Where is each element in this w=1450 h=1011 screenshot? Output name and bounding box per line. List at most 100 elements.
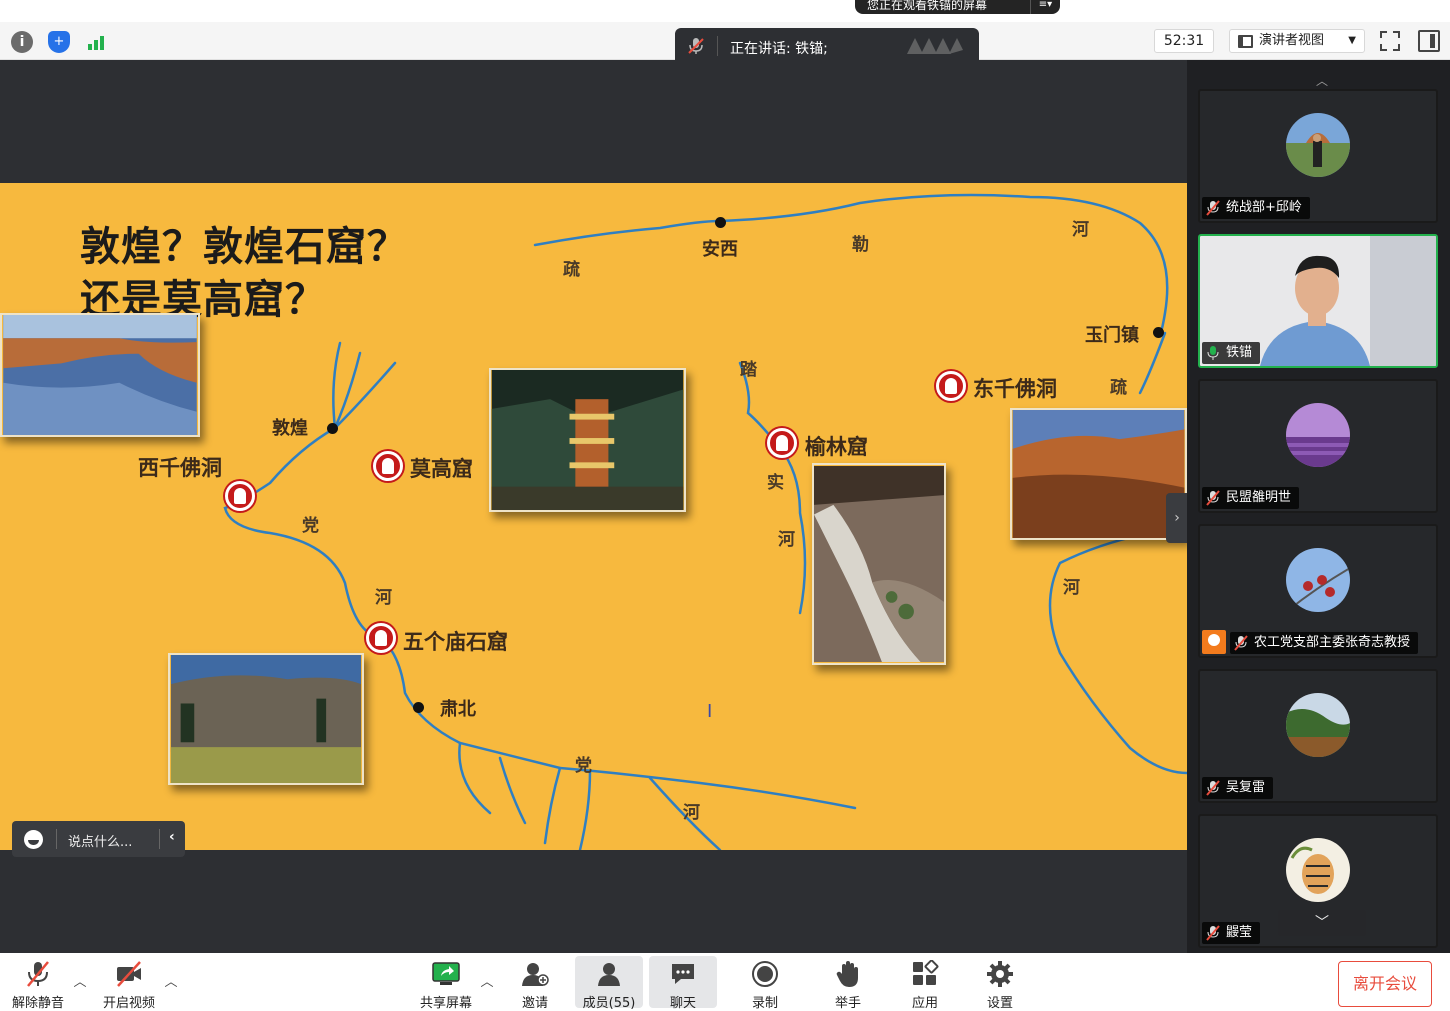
site-marker-mogao (373, 451, 403, 481)
river-label: 疏 (1110, 378, 1127, 398)
meeting-logo-icon (907, 38, 963, 54)
river-danghe-lower2 (498, 756, 527, 825)
share-screen-icon (432, 962, 460, 985)
meeting-timer: 52:31 (1154, 29, 1214, 53)
share-notice-text: 您正在观看铁锚的屏幕 (867, 0, 988, 12)
river-label: 河 (1072, 220, 1089, 240)
slide-title: 敦煌？敦煌石窟？ 还是莫高窟？ (80, 220, 408, 326)
photo-wugemiao (168, 653, 364, 785)
video-off-icon (117, 961, 141, 987)
speaker-text: 正在讲话: 铁锚; (730, 41, 828, 57)
photo-east-cliffs (1010, 408, 1187, 540)
town-dot-dunhuang (327, 423, 338, 434)
shield-icon[interactable]: + (48, 31, 70, 53)
chevron-up-icon[interactable]: ︿ (163, 971, 179, 990)
participant-tile[interactable]: 统战部+邱岭 (1198, 89, 1438, 223)
slide-title-line1: 敦煌？敦煌石窟？ (80, 223, 408, 270)
site-marker-wugemiao (366, 623, 396, 653)
participant-name: 鼹莹 (1226, 925, 1253, 940)
site-label-xiqianfodong: 西千佛洞 (138, 455, 222, 480)
town-dot-anxi (715, 217, 726, 228)
participant-name-tag: 统战部+邱岭 (1202, 197, 1310, 219)
mic-active-icon (1207, 345, 1219, 360)
site-label-yulin: 榆林窟 (805, 434, 868, 459)
chat-placeholder: 说点什么... (68, 835, 133, 850)
raise-hand-button[interactable]: 举手 (818, 956, 878, 1011)
mic-muted-icon (1206, 199, 1220, 216)
photo-landscape-1 (0, 313, 200, 437)
participant-name: 铁锚 (1226, 345, 1253, 360)
chevron-left-icon[interactable]: ‹ (169, 829, 175, 845)
chat-button[interactable]: 聊天 (649, 956, 717, 1011)
participant-name-tag: 农工党支部主委张奇志教授 (1230, 632, 1419, 654)
mic-muted-icon (688, 38, 704, 54)
river-danghe-lower4 (578, 769, 592, 850)
host-icon (1202, 630, 1226, 654)
river-label: 疏 (563, 260, 580, 280)
record-label: 录制 (751, 996, 778, 1011)
start-video-label: 开启视频 (102, 996, 155, 1011)
apps-button[interactable]: 应用 (895, 956, 955, 1011)
invite-button[interactable]: 邀请 (505, 956, 565, 1011)
unmute-button[interactable]: 解除静音 (6, 956, 70, 1011)
participant-tile[interactable]: 民盟雒明世 (1198, 379, 1438, 513)
river-label: 勒 (852, 235, 869, 255)
collapse-panel-button[interactable]: › (1166, 493, 1188, 543)
participant-tile[interactable]: 吴复雷 (1198, 669, 1438, 803)
participant-tile[interactable]: 农工党支部主委张奇志教授 (1198, 524, 1438, 658)
chat-input[interactable]: 说点什么... ‹ (12, 821, 185, 857)
chevron-up-icon[interactable]: ︿ (72, 971, 88, 990)
sidebar-toggle-icon[interactable] (1418, 30, 1440, 52)
site-marker-dongqianfodong (936, 371, 966, 401)
members-button[interactable]: 成员(55) (575, 956, 643, 1011)
share-screen-button[interactable]: 共享屏幕 (414, 956, 478, 1011)
top-banner: 您正在观看铁锚的屏幕 ≡▾ (0, 0, 1450, 22)
site-marker-xiqianfodong (225, 481, 255, 511)
members-label: 成员(55) (582, 996, 636, 1011)
river-label: 河 (1063, 578, 1080, 598)
town-label-yumen: 玉门镇 (1085, 325, 1139, 346)
apps-label: 应用 (911, 996, 938, 1011)
view-selector[interactable]: 演讲者视图 ▼ (1229, 29, 1365, 53)
river-label: 河 (683, 803, 700, 823)
record-button[interactable]: 录制 (735, 956, 795, 1011)
mic-muted-icon (1234, 634, 1248, 651)
town-dot-subei (413, 702, 424, 713)
shared-screen: 敦煌？敦煌石窟？ 还是莫高窟？ 西千佛洞 莫高窟 五个庙石窟 榆林窟 东千佛洞 … (0, 60, 1188, 953)
avatar (1286, 693, 1350, 757)
town-dot-yumen (1153, 327, 1164, 338)
participant-name: 统战部+邱岭 (1226, 200, 1302, 215)
river-label: 踏 (740, 360, 757, 380)
chat-label: 聊天 (669, 996, 696, 1011)
raise-hand-icon (836, 961, 858, 987)
mic-muted-icon (27, 961, 49, 987)
fullscreen-icon[interactable] (1379, 30, 1401, 52)
site-marker-yulin (767, 428, 797, 458)
start-video-button[interactable]: 开启视频 (96, 956, 162, 1011)
share-notice[interactable]: 您正在观看铁锚的屏幕 ≡▾ (855, 0, 1060, 14)
river-danghe-branch2 (333, 361, 397, 430)
info-icon[interactable]: i (11, 31, 33, 53)
unmute-label: 解除静音 (11, 996, 64, 1011)
mic-muted-icon (1206, 924, 1220, 941)
share-notice-menu-icon[interactable]: ≡▾ (1030, 0, 1060, 14)
chevron-down-icon[interactable]: ﹀ (1278, 910, 1366, 936)
river-danghe-lower3 (543, 766, 562, 845)
river-label: 党 (302, 516, 319, 536)
settings-button[interactable]: 设置 (970, 956, 1030, 1011)
mic-muted-icon (1206, 779, 1220, 796)
settings-label: 设置 (986, 996, 1013, 1011)
chevron-down-icon: ▼ (1348, 35, 1356, 46)
participant-tile-active-speaker[interactable]: 铁锚 (1198, 234, 1438, 368)
leave-meeting-button[interactable]: 离开会议 (1338, 961, 1432, 1007)
chevron-up-icon[interactable]: ︿ (479, 971, 495, 990)
signal-icon[interactable] (86, 31, 108, 53)
participant-name: 民盟雒明世 (1226, 490, 1292, 505)
town-label-anxi: 安西 (702, 239, 738, 260)
view-label: 演讲者视图 (1259, 33, 1325, 48)
site-label-dongqianfodong: 东千佛洞 (973, 376, 1057, 401)
participant-name: 吴复雷 (1226, 780, 1266, 795)
emoji-icon[interactable] (24, 830, 43, 849)
participants-icon (598, 963, 620, 986)
participant-name-tag: 民盟雒明世 (1202, 487, 1300, 509)
